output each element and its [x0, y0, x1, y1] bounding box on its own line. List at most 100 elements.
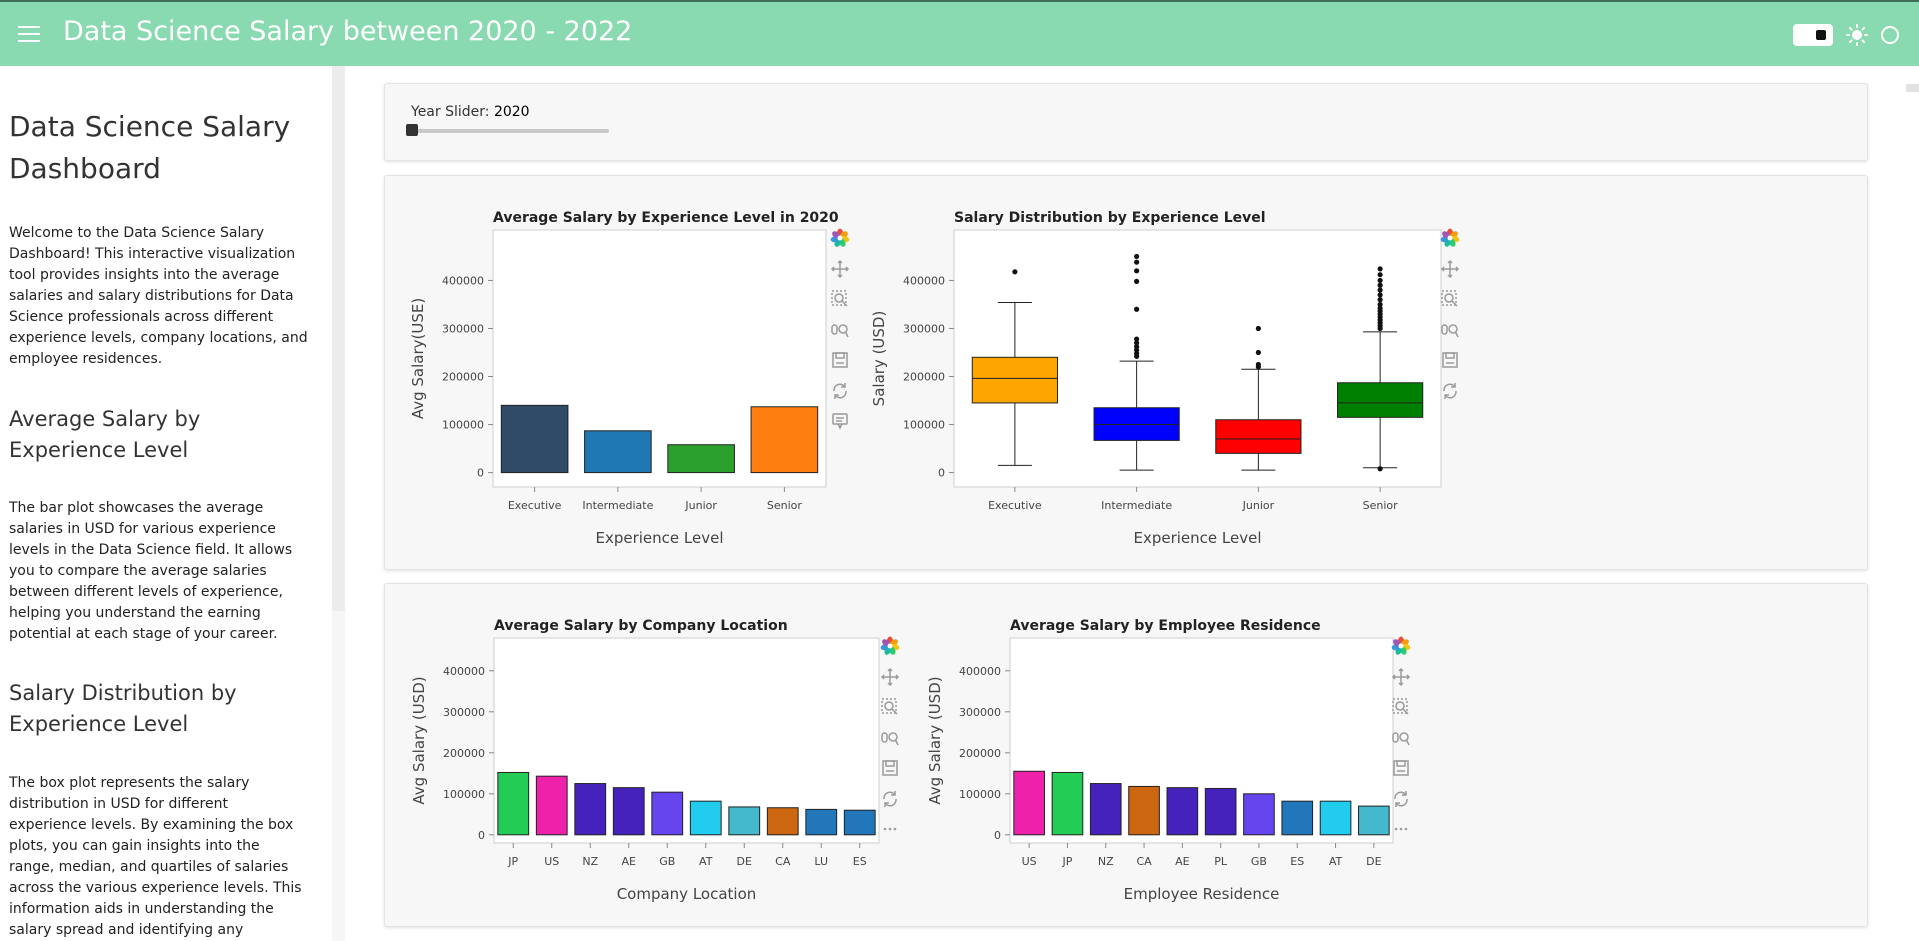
app-header: Data Science Salary between 2020 - 2022 — [0, 0, 1919, 66]
bar — [1319, 800, 1352, 836]
bokeh-logo-icon — [830, 228, 850, 248]
x-tick-label: Junior — [684, 499, 717, 512]
avg-salary-experience-chart: Average Salary by Experience Level in 20… — [400, 200, 840, 550]
outlier-point — [1134, 278, 1140, 284]
pan-icon[interactable] — [1440, 259, 1460, 279]
x-tick-label: Junior — [1242, 499, 1275, 512]
x-tick-label: US — [1022, 855, 1037, 868]
year-slider-track[interactable] — [409, 129, 609, 133]
y-axis-label: Salary (USD) — [870, 311, 888, 407]
sidebar-intro: Welcome to the Data Science Salary Dashb… — [9, 225, 308, 367]
reset-icon[interactable] — [1440, 381, 1460, 401]
reset-icon[interactable] — [1391, 789, 1411, 809]
y-tick-label: 400000 — [903, 274, 945, 287]
x-axis-label: Experience Level — [1133, 529, 1261, 547]
box-zoom-icon[interactable] — [830, 289, 850, 309]
x-tick-label: US — [544, 855, 559, 868]
reset-icon[interactable] — [830, 381, 850, 401]
bar — [612, 787, 645, 836]
section-text-box: The box plot represents the salary distr… — [9, 775, 302, 938]
bar — [1089, 783, 1122, 836]
bar — [497, 771, 530, 836]
y-tick-label: 400000 — [443, 665, 485, 678]
sun-icon[interactable] — [1846, 24, 1868, 46]
box-zoom-icon[interactable] — [1391, 697, 1411, 717]
x-tick-label: NZ — [1098, 855, 1114, 868]
bar — [728, 806, 761, 836]
x-tick-label: GB — [1251, 855, 1267, 868]
x-tick-label: LU — [814, 855, 828, 868]
x-tick-label: NZ — [582, 855, 598, 868]
bokeh-logo-icon — [880, 636, 900, 656]
x-tick-label: AE — [1175, 855, 1190, 868]
save-icon[interactable] — [880, 758, 900, 778]
wheel-zoom-icon[interactable] — [1391, 728, 1411, 748]
y-axis-label: Avg Salary(USE) — [409, 298, 427, 419]
more-icon[interactable] — [880, 819, 900, 839]
bar — [651, 791, 684, 836]
bar — [1128, 785, 1160, 836]
x-tick-label: Intermediate — [582, 499, 653, 512]
y-tick-label: 200000 — [443, 747, 485, 760]
y-tick-label: 400000 — [442, 274, 484, 287]
hamburger-icon[interactable] — [18, 26, 40, 44]
outlier-point — [1255, 361, 1261, 368]
outlier-point — [1134, 268, 1140, 274]
section-heading-bar: Average Salary by Experience Level — [9, 407, 201, 462]
box — [1215, 419, 1302, 454]
year-slider-handle[interactable] — [406, 124, 418, 136]
outlier-point — [1134, 259, 1140, 265]
pan-icon[interactable] — [1391, 667, 1411, 687]
save-icon[interactable] — [1440, 350, 1460, 370]
box-zoom-icon[interactable] — [880, 697, 900, 717]
wheel-zoom-icon[interactable] — [1440, 320, 1460, 340]
outlier-point — [1134, 336, 1140, 342]
y-axis-label: Avg Salary (USD) — [410, 676, 428, 804]
salary-distribution-chart: Salary Distribution by Experience Level 0… — [860, 200, 1460, 550]
outlier-point — [1377, 297, 1383, 303]
circle-icon[interactable] — [1880, 25, 1900, 45]
x-tick-label: Executive — [508, 499, 562, 512]
box-zoom-icon[interactable] — [1440, 289, 1460, 309]
save-icon[interactable] — [1391, 758, 1411, 778]
x-axis-label: Employee Residence — [1124, 885, 1280, 903]
bar — [667, 444, 735, 474]
pan-icon[interactable] — [880, 667, 900, 687]
save-icon[interactable] — [830, 350, 850, 370]
y-axis-label: Avg Salary (USD) — [926, 676, 944, 804]
avg-salary-location-chart: Average Salary by Company Location 0 10000… — [400, 608, 900, 938]
page-scrollbar[interactable] — [1906, 84, 1919, 92]
bar — [574, 783, 607, 836]
bar — [1358, 805, 1390, 836]
bar — [766, 807, 799, 836]
x-tick-label: JP — [507, 855, 518, 868]
bar — [584, 430, 652, 474]
y-tick-label: 300000 — [959, 706, 1001, 719]
more-icon[interactable] — [1391, 819, 1411, 839]
x-axis-label: Company Location — [617, 885, 757, 903]
pan-icon[interactable] — [830, 259, 850, 279]
x-tick-label: DE — [1366, 855, 1381, 868]
bar — [535, 775, 568, 836]
theme-toggle-icon[interactable] — [1793, 24, 1833, 46]
chart-title: Average Salary by Company Location — [494, 618, 788, 634]
outlier-point — [1255, 325, 1261, 332]
x-tick-label: Senior — [767, 499, 803, 512]
chart-title: Average Salary by Employee Residence — [1010, 618, 1321, 634]
y-tick-label: 200000 — [442, 371, 484, 384]
y-tick-label: 100000 — [903, 419, 945, 432]
hover-icon[interactable] — [830, 411, 850, 431]
outlier-point — [1012, 269, 1018, 275]
reset-icon[interactable] — [880, 789, 900, 809]
outlier-point — [1377, 266, 1383, 272]
box — [971, 356, 1058, 404]
y-tick-label: 100000 — [443, 788, 485, 801]
x-tick-label: PL — [1214, 855, 1228, 868]
wheel-zoom-icon[interactable] — [830, 320, 850, 340]
bar — [1204, 787, 1237, 836]
bar — [750, 406, 819, 474]
x-tick-label: Intermediate — [1101, 499, 1172, 512]
sidebar-scrollbar[interactable] — [332, 66, 345, 611]
wheel-zoom-icon[interactable] — [880, 728, 900, 748]
x-tick-label: CA — [775, 855, 791, 868]
